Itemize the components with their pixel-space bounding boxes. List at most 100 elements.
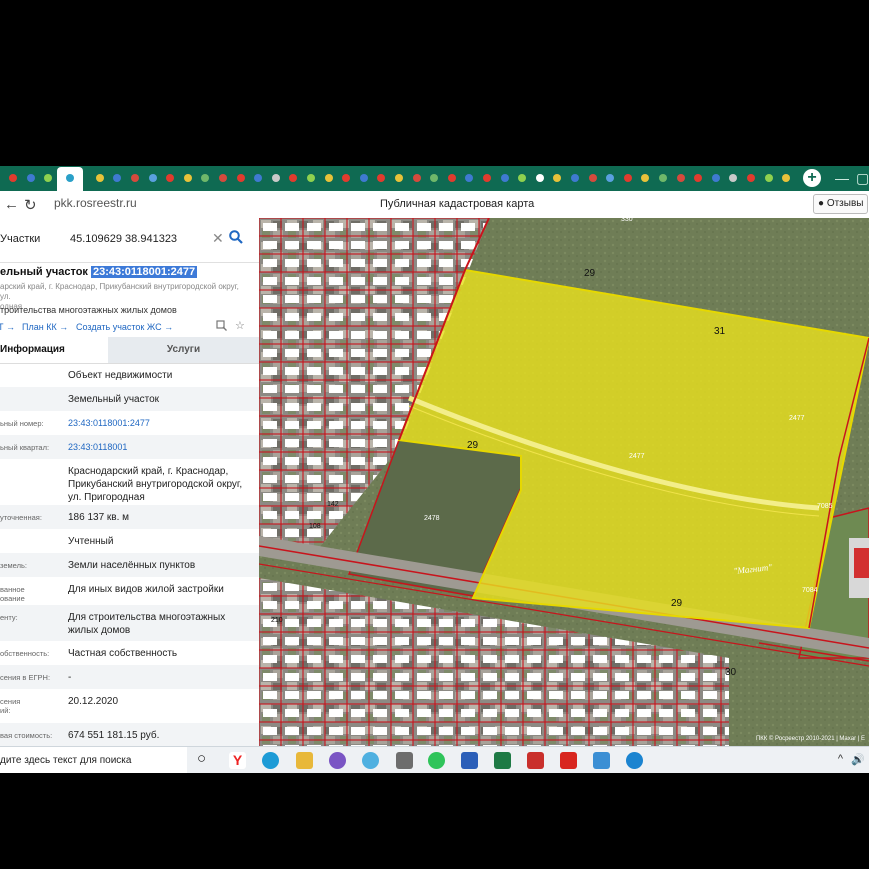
edge-legacy-icon[interactable] bbox=[626, 752, 643, 769]
browser-tab[interactable] bbox=[126, 169, 144, 187]
whatsapp-icon[interactable] bbox=[428, 752, 445, 769]
browser-tab[interactable] bbox=[531, 169, 549, 187]
attribute-row: Земельный участок bbox=[0, 387, 259, 411]
ie-icon[interactable] bbox=[362, 752, 379, 769]
link-first[interactable]: Т → bbox=[0, 322, 15, 332]
favicon-icon bbox=[95, 174, 104, 182]
browser-tab[interactable] bbox=[566, 169, 584, 187]
access-icon[interactable] bbox=[527, 752, 544, 769]
taskbar-search[interactable]: дите здесь текст для поиска bbox=[0, 747, 187, 773]
attribute-row: ьный номер: 23:43:0118001:2477 bbox=[0, 411, 259, 435]
browser-tab[interactable] bbox=[689, 169, 707, 187]
attribute-row: обственность: Частная собственность bbox=[0, 641, 259, 665]
favicon-icon bbox=[219, 174, 227, 182]
browser-tab[interactable] bbox=[22, 169, 40, 187]
browser-tab[interactable] bbox=[232, 169, 250, 187]
search-category-select[interactable]: Участки bbox=[0, 233, 40, 245]
browser-tab[interactable] bbox=[777, 169, 795, 187]
attribute-row: вая стоимость: 674 551 181.15 руб. bbox=[0, 723, 259, 746]
browser-tab[interactable] bbox=[584, 169, 602, 187]
browser-tab[interactable] bbox=[460, 169, 478, 187]
browser-tab[interactable] bbox=[707, 169, 725, 187]
file-explorer-icon[interactable] bbox=[296, 752, 313, 769]
yandex-browser-icon[interactable]: Y bbox=[229, 752, 246, 769]
browser-tab[interactable] bbox=[214, 169, 232, 187]
plan-kk-link[interactable]: План КК → bbox=[22, 322, 68, 332]
browser-tab[interactable] bbox=[425, 169, 443, 187]
tray-volume-icon[interactable]: 🔊 bbox=[851, 753, 865, 766]
task-view-icon[interactable]: ○ bbox=[197, 750, 206, 767]
create-zs-link[interactable]: Создать участок ЖС → bbox=[76, 322, 173, 332]
tab-services[interactable]: Услуги bbox=[108, 337, 259, 363]
favicon-icon bbox=[65, 174, 74, 182]
browser-tab[interactable] bbox=[478, 169, 496, 187]
measure-icon[interactable] bbox=[216, 320, 227, 333]
browser-tab[interactable] bbox=[601, 169, 619, 187]
browser-tab[interactable] bbox=[548, 169, 566, 187]
tab-information[interactable]: Информация bbox=[0, 337, 108, 363]
browser-tab[interactable] bbox=[724, 169, 742, 187]
browser-tab[interactable] bbox=[179, 169, 197, 187]
search-input[interactable]: 45.109629 38.941323 bbox=[70, 233, 177, 245]
back-icon[interactable]: ← bbox=[4, 196, 19, 213]
browser-tab[interactable] bbox=[408, 169, 426, 187]
label-7085: 7085 bbox=[817, 503, 833, 510]
acrobat-icon[interactable] bbox=[560, 752, 577, 769]
tray-chevron-icon[interactable]: ^ bbox=[838, 753, 843, 765]
cadastral-map[interactable]: 29 31 29 29 2477 2477 2478 30 330 7085 7… bbox=[259, 218, 869, 746]
attribute-link[interactable]: 23:43:0118001:2477 bbox=[68, 417, 254, 430]
browser-tab[interactable] bbox=[496, 169, 514, 187]
clear-search-icon[interactable]: ✕ bbox=[212, 230, 224, 247]
browser-tab[interactable] bbox=[672, 169, 690, 187]
favicon-icon bbox=[254, 174, 263, 182]
address-bar: ← ↻ pkk.rosreestr.ru Публичная кадастров… bbox=[0, 191, 869, 219]
browser-tab[interactable] bbox=[337, 169, 355, 187]
attribute-label: уточненная: bbox=[0, 513, 42, 522]
edge-icon[interactable] bbox=[262, 752, 279, 769]
browser-tab[interactable] bbox=[39, 169, 57, 187]
attribute-row: земель: Земли населённых пунктов bbox=[0, 553, 259, 577]
excel-icon[interactable] bbox=[494, 752, 511, 769]
star-icon[interactable]: ☆ bbox=[235, 319, 245, 332]
browser-tab[interactable] bbox=[284, 169, 302, 187]
browser-tab[interactable] bbox=[161, 169, 179, 187]
browser-tab[interactable] bbox=[249, 169, 267, 187]
attribute-link[interactable]: 23:43:0118001 bbox=[68, 441, 254, 454]
feedback-button[interactable]: ● Отзывы bbox=[813, 194, 869, 214]
browser-tab[interactable] bbox=[302, 169, 320, 187]
address-line-1: арский край, г. Краснодар, Прикубанский … bbox=[0, 282, 239, 301]
browser-tab[interactable] bbox=[196, 169, 214, 187]
browser-tab[interactable] bbox=[372, 169, 390, 187]
new-tab-button[interactable]: + bbox=[803, 169, 821, 187]
viber-icon[interactable] bbox=[329, 752, 346, 769]
browser-tab[interactable] bbox=[355, 169, 373, 187]
browser-tab[interactable] bbox=[513, 169, 531, 187]
browser-tab[interactable] bbox=[654, 169, 672, 187]
browser-tab[interactable] bbox=[56, 167, 83, 191]
browser-tab[interactable] bbox=[390, 169, 408, 187]
browser-tab[interactable] bbox=[443, 169, 461, 187]
browser-tab[interactable] bbox=[636, 169, 654, 187]
search-icon[interactable] bbox=[229, 230, 243, 249]
browser-tab[interactable] bbox=[144, 169, 162, 187]
browser-tab[interactable] bbox=[619, 169, 637, 187]
browser-tab[interactable] bbox=[91, 169, 109, 187]
browser-tab[interactable] bbox=[760, 169, 778, 187]
taskbar: дите здесь текст для поиска ○ Y ^ 🔊 bbox=[0, 746, 869, 773]
browser-tab[interactable] bbox=[4, 169, 22, 187]
calculator-icon[interactable] bbox=[396, 752, 413, 769]
browser-tab[interactable] bbox=[742, 169, 760, 187]
browser-tab[interactable] bbox=[267, 169, 285, 187]
browser-tab[interactable] bbox=[320, 169, 338, 187]
favicon-icon bbox=[711, 174, 720, 182]
reload-icon[interactable]: ↻ bbox=[24, 196, 37, 214]
label-31: 31 bbox=[714, 326, 726, 337]
browser-tab[interactable] bbox=[108, 169, 126, 187]
map-canvas[interactable]: 29 31 29 29 2477 2477 2478 30 330 7085 7… bbox=[259, 218, 869, 746]
url-field[interactable]: pkk.rosreestr.ru bbox=[54, 196, 137, 210]
minimize-icon[interactable]: — bbox=[835, 170, 849, 186]
maximize-icon[interactable]: ▢ bbox=[856, 170, 869, 187]
cadastral-number-highlight[interactable]: 23:43:0118001:2477 bbox=[91, 266, 198, 278]
word-icon[interactable] bbox=[461, 752, 478, 769]
photos-icon[interactable] bbox=[593, 752, 610, 769]
